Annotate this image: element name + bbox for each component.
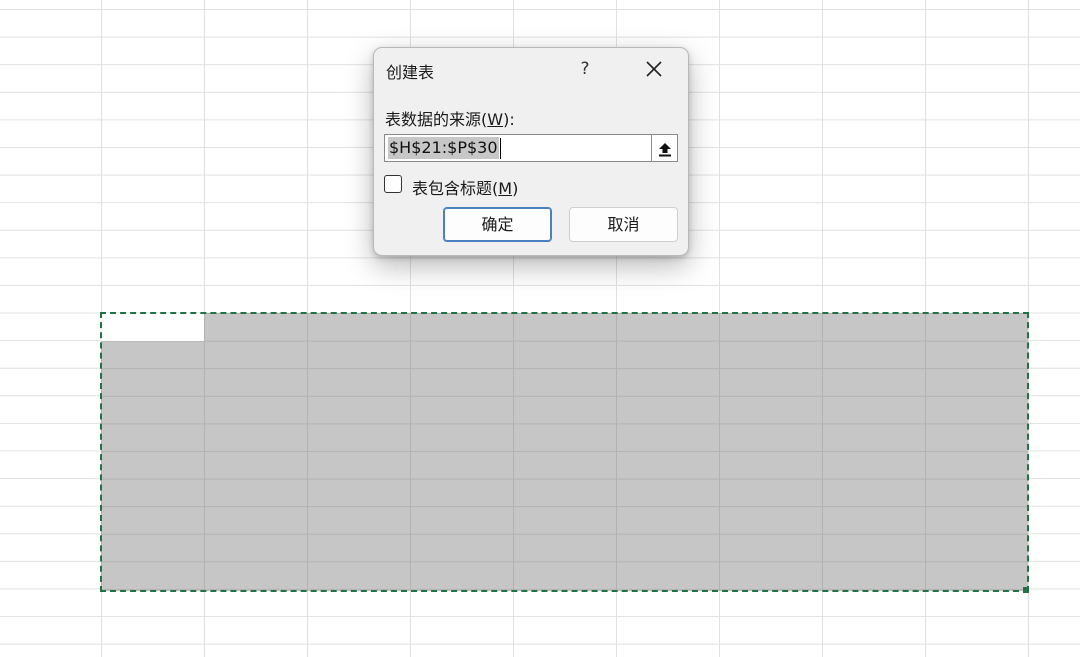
source-label-prefix: 表数据的来源( <box>385 110 488 129</box>
close-button[interactable] <box>636 54 672 84</box>
help-button[interactable]: ? <box>570 56 600 82</box>
header-label-suffix: ) <box>512 179 519 198</box>
source-label-suffix: ): <box>503 110 515 129</box>
header-row-label[interactable]: 表包含标题(M) <box>412 175 518 199</box>
header-label-prefix: 表包含标题( <box>412 179 499 198</box>
selection-marquee <box>100 312 1029 592</box>
source-label: 表数据的来源(W): <box>385 106 515 130</box>
fill-handle[interactable] <box>1023 587 1029 593</box>
header-row-checkbox[interactable] <box>384 175 402 193</box>
collapse-arrow-icon <box>659 143 671 157</box>
source-label-accel: W <box>487 110 504 129</box>
create-table-dialog: 创建表 ? 表数据的来源(W): $H$21:$P$30 表包含标题(M) 确定… <box>373 47 689 256</box>
text-caret <box>500 138 501 159</box>
ok-button[interactable]: 确定 <box>443 207 552 242</box>
cancel-button[interactable]: 取消 <box>569 207 678 242</box>
close-icon <box>646 61 662 77</box>
header-label-accel: M <box>498 179 513 198</box>
range-input[interactable]: $H$21:$P$30 <box>384 134 652 162</box>
range-value: $H$21:$P$30 <box>388 137 499 159</box>
dialog-title: 创建表 <box>386 63 435 82</box>
collapse-dialog-button[interactable] <box>652 134 678 162</box>
